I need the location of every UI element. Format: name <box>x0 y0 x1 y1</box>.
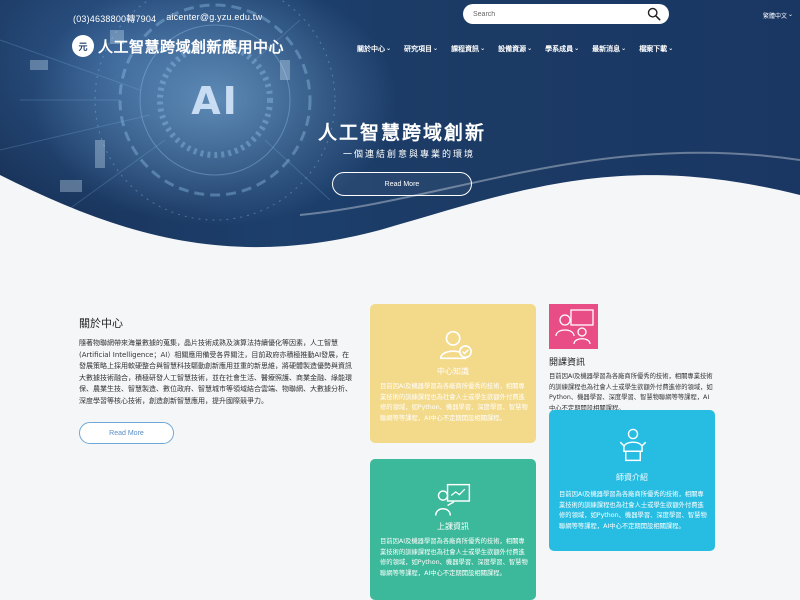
hero-read-more-button[interactable]: Read More <box>332 172 472 196</box>
teacher-board-icon <box>435 483 471 516</box>
nav-item-members[interactable]: 學系成員 ⌄ <box>545 44 579 54</box>
logo-icon: 元 <box>72 35 94 57</box>
about-text: 隨著物聯網帶來海量數據的蒐集，晶片技術成熟及演算法持續優化等因素，人工智慧(Ar… <box>79 339 352 405</box>
card-text: 目前因AI及機器學習為各廠商所優秀的技術，相關專業技術的訓練課程也為社會人士或學… <box>559 491 707 530</box>
site-logo[interactable]: 元 人工智慧跨域創新應用中心 <box>72 35 284 57</box>
chevron-down-icon: ⌄ <box>668 44 674 52</box>
chevron-down-icon: ⌄ <box>386 44 392 52</box>
search-icon[interactable] <box>647 7 661 21</box>
card-center-knowledge[interactable]: 中心知識 目前因AI及機器學習為各廠商所優秀的技術，相關專業技術的訓練課程也為社… <box>370 304 536 443</box>
chevron-down-icon: ⌄ <box>433 44 439 52</box>
nav-label: 課程資訊 <box>451 45 480 53</box>
chevron-down-icon: ⌄ <box>788 11 794 18</box>
phone-number: (03)4638800轉7904 <box>73 14 157 24</box>
classroom-icon <box>555 309 594 345</box>
card-text: 目前因AI及機器學習為各廠商所優秀的技術，相關專業技術的訓練課程也為社會人士或學… <box>380 538 528 577</box>
nav-item-downloads[interactable]: 檔案下載 ⌄ <box>639 44 673 54</box>
card-text: 目前因AI及機器學習為各廠商所優秀的技術，相關專業技術的訓練課程也為社會人士或學… <box>380 383 528 422</box>
hero-subtitle: 一個連結創意與專業的環境 <box>343 150 476 160</box>
nav-label: 關於中心 <box>357 45 385 53</box>
card-teachers[interactable]: 師資介紹 目前因AI及機器學習為各廠商所優秀的技術，相關專業技術的訓練課程也為社… <box>549 410 715 551</box>
main-nav: 關於中心 ⌄ 研究項目 ⌄ 課程資訊 ⌄ 設備資源 ⌄ 學系成員 ⌄ 最新消息 ⌄ 檔案下載… <box>357 44 686 54</box>
nav-item-courses[interactable]: 課程資訊 ⌄ <box>451 44 485 54</box>
nav-label: 最新消息 <box>592 45 621 53</box>
nav-label: 檔案下載 <box>639 45 668 53</box>
card-open-class[interactable]: 開課資訊 目前因AI及機器學習為各廠商所優秀的技術，相關專業技術的訓練課程也為社… <box>549 304 719 412</box>
email-address[interactable]: aicenter@g.yzu.edu.tw <box>166 12 262 25</box>
nav-label: 研究項目 <box>404 45 433 53</box>
about-read-more-button[interactable]: Read More <box>79 422 174 444</box>
contact-info: (03)4638800轉7904 aicenter@g.yzu.edu.tw <box>73 12 262 25</box>
card-title: 中心知識 <box>437 367 469 376</box>
chevron-down-icon: ⌄ <box>621 44 627 52</box>
card-title: 師資介紹 <box>616 473 648 482</box>
language-selector[interactable]: 繁體中文 ⌄ <box>763 11 793 20</box>
chevron-down-icon: ⌄ <box>480 44 486 52</box>
chevron-down-icon: ⌄ <box>574 44 580 52</box>
nav-label: 學系成員 <box>545 45 574 53</box>
hero-title: 人工智慧跨域創新 <box>318 122 487 144</box>
nav-item-research[interactable]: 研究項目 ⌄ <box>404 44 438 54</box>
card-title: 上課資訊 <box>437 522 469 531</box>
lecturer-icon <box>619 428 647 462</box>
about-title: 關於中心 <box>79 317 123 330</box>
open-class-title: 開課資訊 <box>549 358 586 368</box>
nav-item-equipment[interactable]: 設備資源 ⌄ <box>498 44 532 54</box>
user-check-icon <box>439 330 473 360</box>
nav-item-about[interactable]: 關於中心 ⌄ <box>357 44 391 54</box>
open-class-text: 目前因AI及機器學習為各廠商所優秀的技術，相關專業技術的訓練課程也為社會人士或學… <box>549 373 713 412</box>
nav-item-news[interactable]: 最新消息 ⌄ <box>592 44 626 54</box>
card-class-info[interactable]: 上課資訊 目前因AI及機器學習為各廠商所優秀的技術，相關專業技術的訓練課程也為社… <box>370 459 536 600</box>
open-class-image <box>549 304 598 349</box>
chevron-down-icon: ⌄ <box>527 44 533 52</box>
search-input[interactable] <box>473 10 647 18</box>
language-label: 繁體中文 <box>763 13 788 20</box>
search-bar <box>463 4 669 24</box>
site-title: 人工智慧跨域創新應用中心 <box>98 37 285 56</box>
nav-label: 設備資源 <box>498 45 527 53</box>
